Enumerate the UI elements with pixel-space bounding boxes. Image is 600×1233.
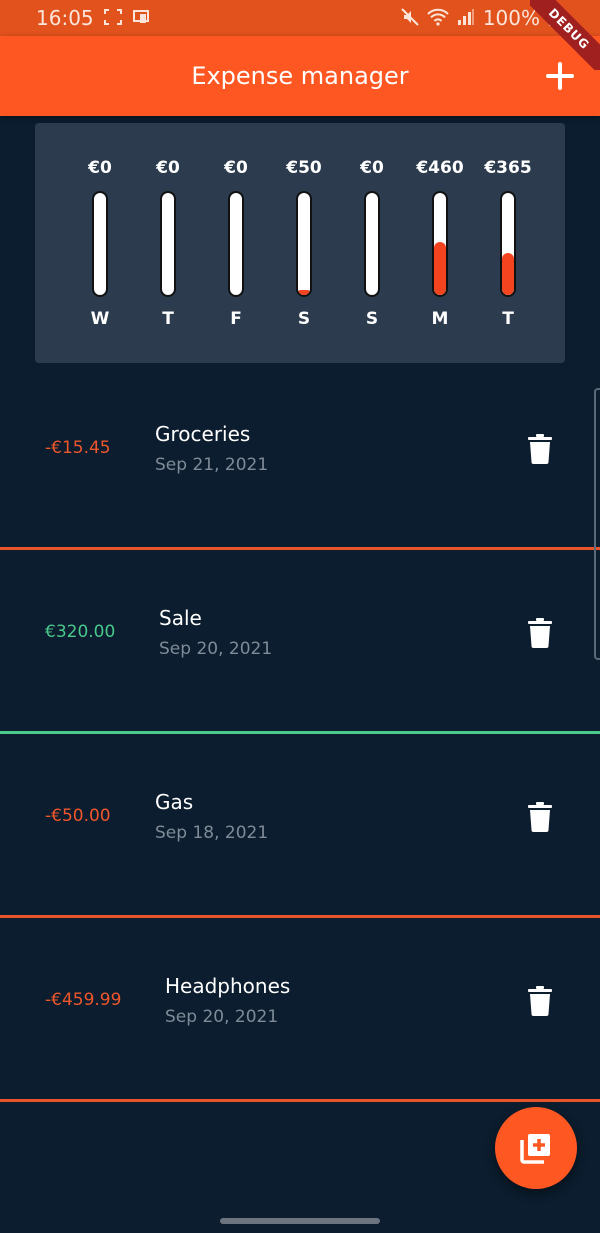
add-to-library-icon xyxy=(520,1134,550,1164)
chart-bar-day: T xyxy=(162,309,174,329)
transaction-date: Sep 21, 2021 xyxy=(155,455,269,475)
chart-bar-amount: €50 xyxy=(286,158,322,178)
transaction-date: Sep 20, 2021 xyxy=(159,639,273,659)
app-bar: Expense manager xyxy=(0,36,600,116)
chart-bar-track xyxy=(364,191,380,297)
transaction-amount: €320.00 xyxy=(45,622,116,642)
transaction-amount: -€50.00 xyxy=(45,806,111,826)
chart-bar-fill xyxy=(434,241,446,295)
chart-bar-track xyxy=(160,191,176,297)
wifi-icon xyxy=(427,8,449,29)
chart-bar-column: €0 T xyxy=(138,155,198,335)
chart-bar-track xyxy=(228,191,244,297)
chart-bar-fill xyxy=(502,253,514,295)
chart-bar-day: F xyxy=(230,309,242,329)
delete-button[interactable] xyxy=(528,434,556,466)
transaction-title: Gas xyxy=(155,790,194,814)
chart-bar-amount: €0 xyxy=(360,158,384,178)
status-bar: 16:05 100% xyxy=(0,0,600,36)
debug-banner-wrap: DEBUG xyxy=(530,0,600,70)
transaction-item[interactable]: -€50.00 Gas Sep 18, 2021 xyxy=(0,734,600,918)
transaction-date: Sep 18, 2021 xyxy=(155,823,269,843)
chart-bar-track xyxy=(500,191,516,297)
transaction-title: Headphones xyxy=(165,974,291,998)
debug-banner: DEBUG xyxy=(530,0,600,70)
trash-icon xyxy=(528,802,552,832)
weekly-chart-card: €0 W €0 T €0 F €50 S €0 S €460 M €365 T xyxy=(35,123,565,363)
chart-bar-column: €365 T xyxy=(478,155,538,335)
trash-icon xyxy=(528,434,552,464)
transaction-item[interactable]: -€459.99 Headphones Sep 20, 2021 xyxy=(0,918,600,1102)
delete-button[interactable] xyxy=(528,802,556,834)
chart-bar-track xyxy=(92,191,108,297)
trash-icon xyxy=(528,986,552,1016)
chart-bar-day: S xyxy=(365,309,379,329)
transaction-item[interactable]: €320.00 Sale Sep 20, 2021 xyxy=(0,550,600,734)
mute-icon xyxy=(401,7,419,29)
chart-bar-amount: €365 xyxy=(484,158,532,178)
chart-bar-column: €0 W xyxy=(70,155,130,335)
chart-bar-amount: €0 xyxy=(88,158,112,178)
app-title: Expense manager xyxy=(191,62,409,90)
transaction-item[interactable]: -€15.45 Groceries Sep 21, 2021 xyxy=(0,366,600,550)
chart-bar-day: S xyxy=(297,309,311,329)
chart-bar-column: €0 F xyxy=(206,155,266,335)
signal-icon xyxy=(457,8,475,29)
delete-button[interactable] xyxy=(528,986,556,1018)
chart-bar-track xyxy=(432,191,448,297)
transaction-title: Groceries xyxy=(155,422,251,446)
scrollbar[interactable] xyxy=(594,388,600,660)
transaction-amount: -€15.45 xyxy=(45,438,111,458)
delete-button[interactable] xyxy=(528,618,556,650)
status-time: 16:05 xyxy=(36,6,94,30)
chart-bar-column: €460 M xyxy=(410,155,470,335)
trash-icon xyxy=(528,618,552,648)
home-indicator[interactable] xyxy=(220,1218,380,1224)
chart-bar-amount: €0 xyxy=(224,158,248,178)
transaction-list: -€15.45 Groceries Sep 21, 2021 €320.00 S… xyxy=(0,366,600,1102)
transaction-title: Sale xyxy=(159,606,202,630)
chart-bar-amount: €460 xyxy=(416,158,464,178)
chart-bar-day: M xyxy=(431,309,449,329)
screenshot-icon xyxy=(103,8,122,28)
transaction-amount: -€459.99 xyxy=(45,990,122,1010)
add-transaction-fab[interactable] xyxy=(495,1107,577,1189)
chart-bar-column: €0 S xyxy=(342,155,402,335)
chart-bar-column: €50 S xyxy=(274,155,334,335)
chart-bar-fill xyxy=(298,289,310,295)
status-left: 16:05 xyxy=(36,6,150,30)
chart-bar-track xyxy=(296,191,312,297)
cast-icon xyxy=(132,9,150,28)
transaction-date: Sep 20, 2021 xyxy=(165,1007,279,1027)
chart-bar-day: T xyxy=(502,309,514,329)
chart-bar-amount: €0 xyxy=(156,158,180,178)
chart-bar-day: W xyxy=(90,309,110,329)
